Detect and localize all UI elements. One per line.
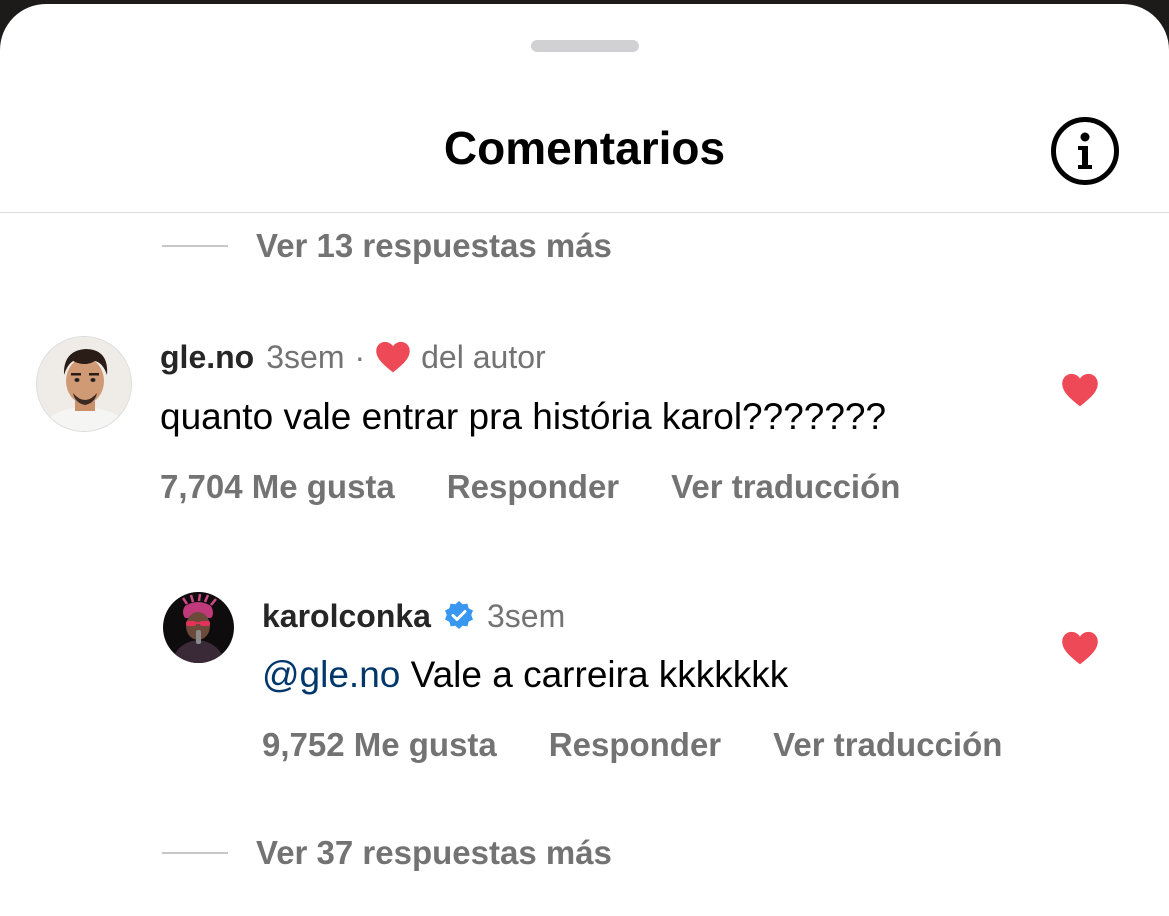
comment-username[interactable]: gle.no (160, 339, 254, 376)
verified-badge-icon (443, 600, 475, 632)
replies-divider-line (162, 852, 228, 854)
comment-time: 3sem (266, 338, 345, 375)
comment-time: 3sem (486, 597, 566, 634)
comment-text: @gle.no Vale a carreira kkkkkkk (262, 651, 788, 699)
comments-sheet: Comentarios Ver 13 respuestas más gle.no (0, 4, 1169, 916)
author-liked-badge: del autor (421, 338, 546, 375)
meta-separator: · (354, 338, 366, 375)
comment-header: gle.no 3sem · del autor (160, 335, 546, 379)
likes-count[interactable]: 9,752 Me gusta (262, 723, 497, 767)
like-heart-icon[interactable] (1061, 373, 1099, 407)
header-divider (0, 212, 1169, 213)
info-icon[interactable] (1050, 116, 1120, 186)
view-more-replies-bottom[interactable]: Ver 37 respuestas más (162, 833, 612, 873)
sheet-grabber[interactable] (531, 40, 639, 52)
comment-text: quanto vale entrar pra história karol???… (160, 396, 887, 437)
translate-button[interactable]: Ver traducción (773, 723, 1002, 767)
mention-link[interactable]: @gle.no (262, 654, 400, 695)
translate-button[interactable]: Ver traducción (671, 465, 900, 509)
page-title: Comentarios (443, 122, 726, 174)
comment-actions: 7,704 Me gusta Responder Ver traducción (160, 465, 952, 509)
view-more-replies-top[interactable]: Ver 13 respuestas más (162, 226, 612, 266)
heart-icon (375, 341, 411, 373)
comment-header: karolconka 3sem (262, 594, 565, 638)
like-heart-icon[interactable] (1061, 631, 1099, 665)
comment-actions: 9,752 Me gusta Responder Ver traducción (262, 723, 1054, 767)
avatar-gle-no[interactable] (36, 336, 132, 432)
comment-username[interactable]: karolconka (262, 598, 431, 635)
view-replies-label[interactable]: Ver 13 respuestas más (256, 227, 612, 265)
avatar-karolconka[interactable] (163, 592, 234, 663)
reply-button[interactable]: Responder (447, 465, 619, 509)
comment-body: Vale a carreira kkkkkkk (400, 654, 789, 695)
view-replies-label[interactable]: Ver 37 respuestas más (256, 834, 612, 872)
likes-count[interactable]: 7,704 Me gusta (160, 465, 395, 509)
reply-button[interactable]: Responder (549, 723, 721, 767)
replies-divider-line (162, 245, 228, 247)
